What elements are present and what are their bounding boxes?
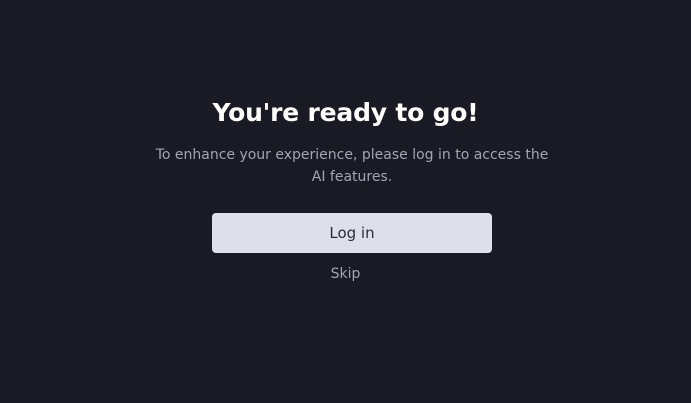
skip-link[interactable]: Skip — [331, 266, 361, 282]
page-title: You're ready to go! — [212, 98, 479, 127]
login-button[interactable]: Log in — [212, 213, 492, 253]
onboarding-panel: You're ready to go! To enhance your expe… — [0, 0, 691, 403]
onboarding-description: To enhance your experience, please log i… — [155, 147, 549, 185]
skip-link-container: Skip — [0, 264, 691, 284]
